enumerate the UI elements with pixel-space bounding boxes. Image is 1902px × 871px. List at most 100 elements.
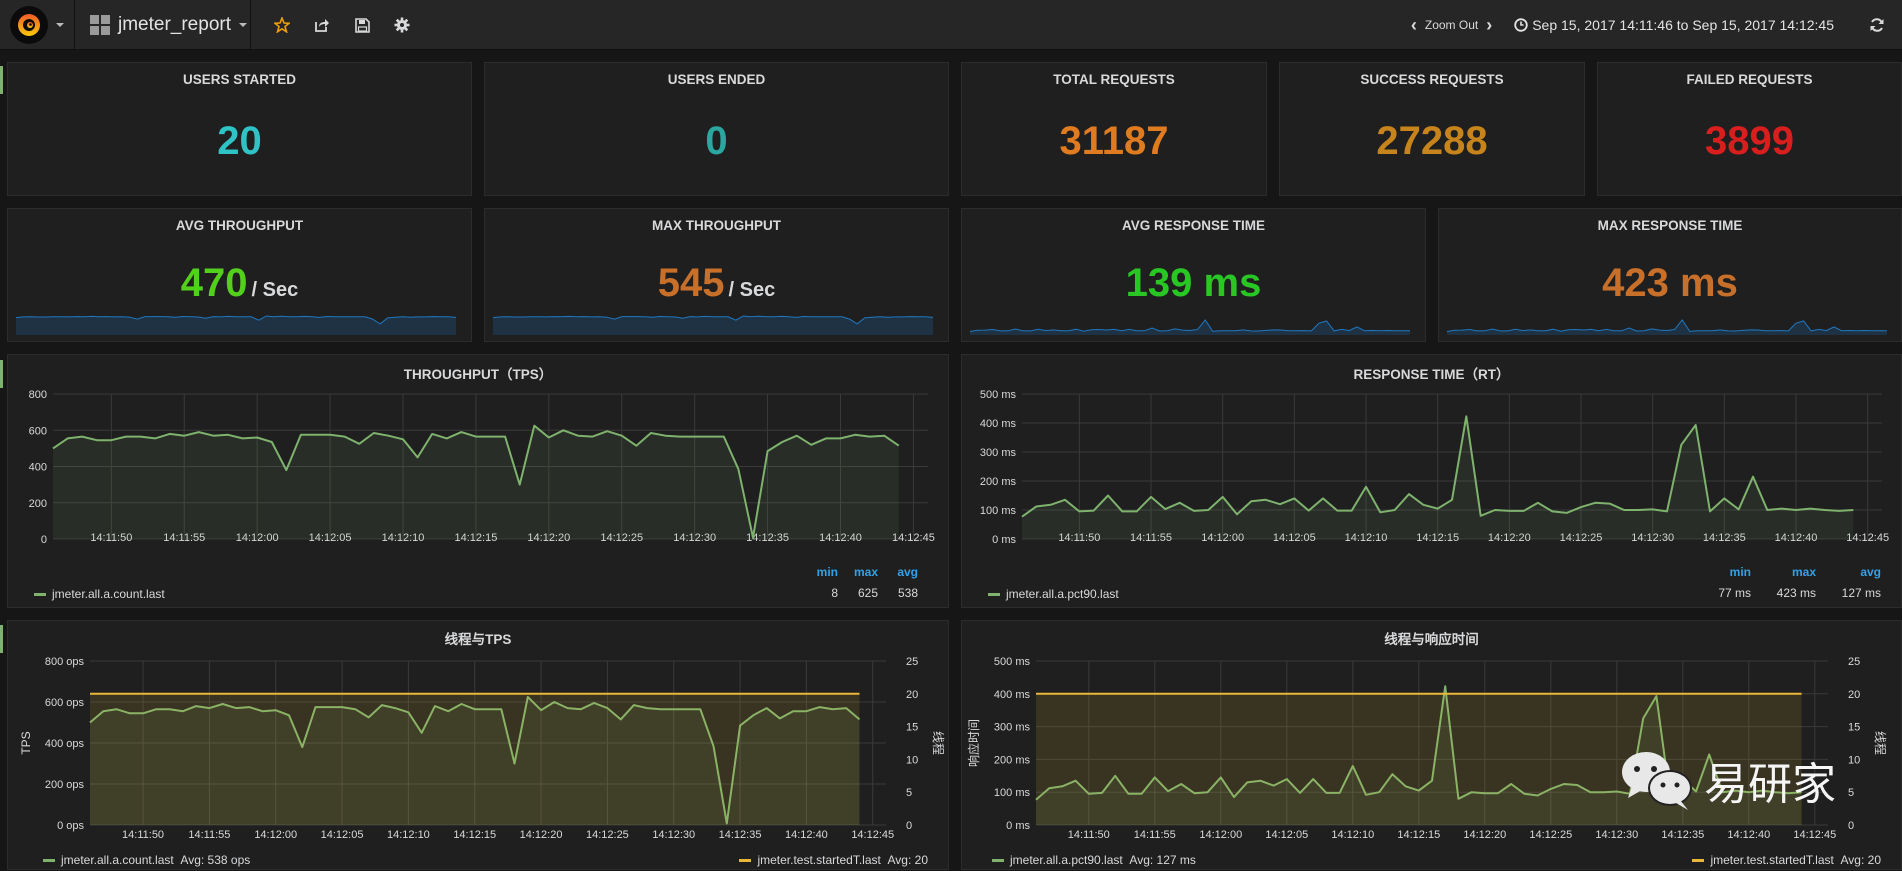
stat-number: 545 [657,261,725,305]
legend-item[interactable]: jmeter.test.startedT.last Avg: 20 [739,853,928,867]
clock-icon [1514,18,1528,32]
y-tick-label: 100 ms [980,505,1017,517]
panel-title: TOTAL REQUESTS [1053,72,1175,87]
y-right-tick-label: 25 [906,656,918,668]
legend-item[interactable]: jmeter.test.startedT.last Avg: 20 [1692,853,1881,867]
x-tick-label: 14:11:50 [1068,829,1110,841]
y-tick-label: 500 ms [980,389,1017,401]
stat-panel-users-ended: USERS ENDED 0 [484,62,949,196]
sparkline-fill [1447,320,1887,335]
time-range-picker[interactable]: Sep 15, 2017 14:11:46 to Sep 15, 2017 14… [1514,17,1834,33]
y-tick-label: 600 [29,425,47,437]
y-right-axis-label: 线程 [1873,731,1888,755]
y-tick-label: 600 ops [45,697,85,709]
row-collapse-handle[interactable] [0,360,3,388]
dashboard-title: jmeter_report [118,14,231,35]
x-tick-label: 14:12:20 [1463,829,1506,841]
x-tick-label: 14:12:35 [719,829,762,841]
y-right-axis-label: 线程 [931,731,946,755]
legend-item[interactable]: jmeter.all.a.pct90.last Avg: 127 ms [992,853,1196,867]
star-button[interactable] [262,0,302,50]
legend-swatch [34,592,46,596]
series-fill-threads [1036,693,1802,825]
x-tick-label: 14:12:45 [851,829,894,841]
stat-panel-avg-response-time: AVG RESPONSE TIME 139 ms [961,208,1426,342]
row-collapse-handle[interactable] [0,66,3,94]
stat-value: 31187 [1059,119,1169,163]
panel-title: MAX THROUGHPUT [652,218,781,233]
legend-max-value: 625 [857,586,878,600]
sparkline-line [970,319,1410,332]
stat-panel-users-started: USERS STARTED 20 [7,62,472,196]
legend-series-name: jmeter.all.a.count.last [52,587,165,601]
panel-title: USERS STARTED [182,72,296,87]
legend-swatch [1692,858,1705,862]
y-right-tick-label: 25 [1848,656,1860,668]
stat-unit: / Sec [728,279,776,301]
y-right-tick-label: 0 [1848,820,1854,832]
legend-series-name: jmeter.test.startedT.last [1710,853,1834,867]
series-fill-threads [90,693,860,825]
legend-header-min[interactable]: min [1686,565,1751,579]
sparkline-line [1447,319,1887,332]
graph-panel-threads-response-time: 线程与响应时间 0 ms 100 ms 200 ms 300 ms 400 ms 500 … [961,620,1902,870]
save-icon [354,17,370,33]
refresh-button[interactable] [1852,17,1902,33]
y-axis-label: 响应时间 [966,719,981,767]
y-right-tick-label: 15 [1848,722,1860,734]
legend-item[interactable]: jmeter.all.a.count.last [34,587,165,601]
time-back-button[interactable]: ‹ [1403,15,1425,36]
y-right-tick-label: 5 [1848,787,1854,799]
share-button[interactable] [302,0,342,50]
y-axis-label: TPS [19,731,33,754]
settings-button[interactable] [382,0,422,50]
x-tick-label: 14:11:50 [122,829,164,841]
stat-value: 3899 [1705,119,1794,163]
legend-header-min[interactable]: min [798,565,838,579]
legend-series-name: jmeter.test.startedT.last [757,853,881,867]
x-tick-label: 14:12:10 [1331,829,1374,841]
legend-header-avg[interactable]: avg [1816,565,1881,579]
threads-tps-chart[interactable]: 0 ops 200 ops 400 ops 600 ops 800 ops 0 5 10 15 2… [8,621,950,871]
x-tick-label: 14:12:30 [652,829,695,841]
legend-header-max[interactable]: max [838,565,878,579]
y-tick-label: 300 ms [994,722,1031,734]
y-tick-label: 200 ms [980,476,1017,488]
legend-header-avg[interactable]: avg [878,565,918,579]
zoom-out-button[interactable]: Zoom Out [1425,18,1478,32]
legend-series-avg: Avg: 20 [887,853,928,867]
x-tick-label: 14:12:45 [1793,829,1836,841]
legend-item[interactable]: jmeter.all.a.count.last Avg: 538 ops [43,853,250,867]
panel-title: AVG THROUGHPUT [175,218,304,233]
panel-title: MAX RESPONSE TIME [1597,218,1743,233]
x-tick-label: 14:12:05 [1265,829,1308,841]
legend-item[interactable]: jmeter.all.a.pct90.last [988,587,1119,601]
save-button[interactable] [342,0,382,50]
star-icon [274,17,290,33]
row-collapse-handle[interactable] [0,625,3,653]
stat-number: 470 [180,261,248,305]
x-tick-label: 14:12:15 [453,829,496,841]
legend-series-name: jmeter.all.a.count.last [61,853,174,867]
y-tick-label: 300 ms [980,447,1017,459]
panel-title: SUCCESS REQUESTS [1360,72,1504,87]
grafana-menu-button[interactable] [0,0,75,50]
legend-stats-table: min max avg 77 ms 423 ms 127 ms [1686,565,1881,600]
x-tick-label: 14:12:20 [520,829,563,841]
legend-series-avg: Avg: 538 ops [180,853,251,867]
legend-series-avg: Avg: 20 [1840,853,1881,867]
y-tick-label: 400 [29,462,47,474]
time-forward-button[interactable]: › [1478,15,1500,36]
stat-value: 0 [705,119,728,163]
legend-series-name: jmeter.all.a.pct90.last [1010,853,1123,867]
time-range-label: Sep 15, 2017 14:11:46 to Sep 15, 2017 14… [1532,17,1834,33]
legend-header-max[interactable]: max [1751,565,1816,579]
threads-response-time-chart[interactable]: 0 ms 100 ms 200 ms 300 ms 400 ms 500 ms 0 5 10 15… [962,621,1902,871]
y-tick-label: 400 ops [45,738,85,750]
y-tick-label: 400 ms [994,689,1031,701]
chevron-down-icon [56,23,64,27]
x-tick-label: 14:12:05 [321,829,364,841]
dashboard-picker[interactable]: jmeter_report [76,0,251,50]
stat-panel-total-requests: TOTAL REQUESTS 31187 [961,62,1267,196]
legend-min-value: 77 ms [1718,586,1751,600]
